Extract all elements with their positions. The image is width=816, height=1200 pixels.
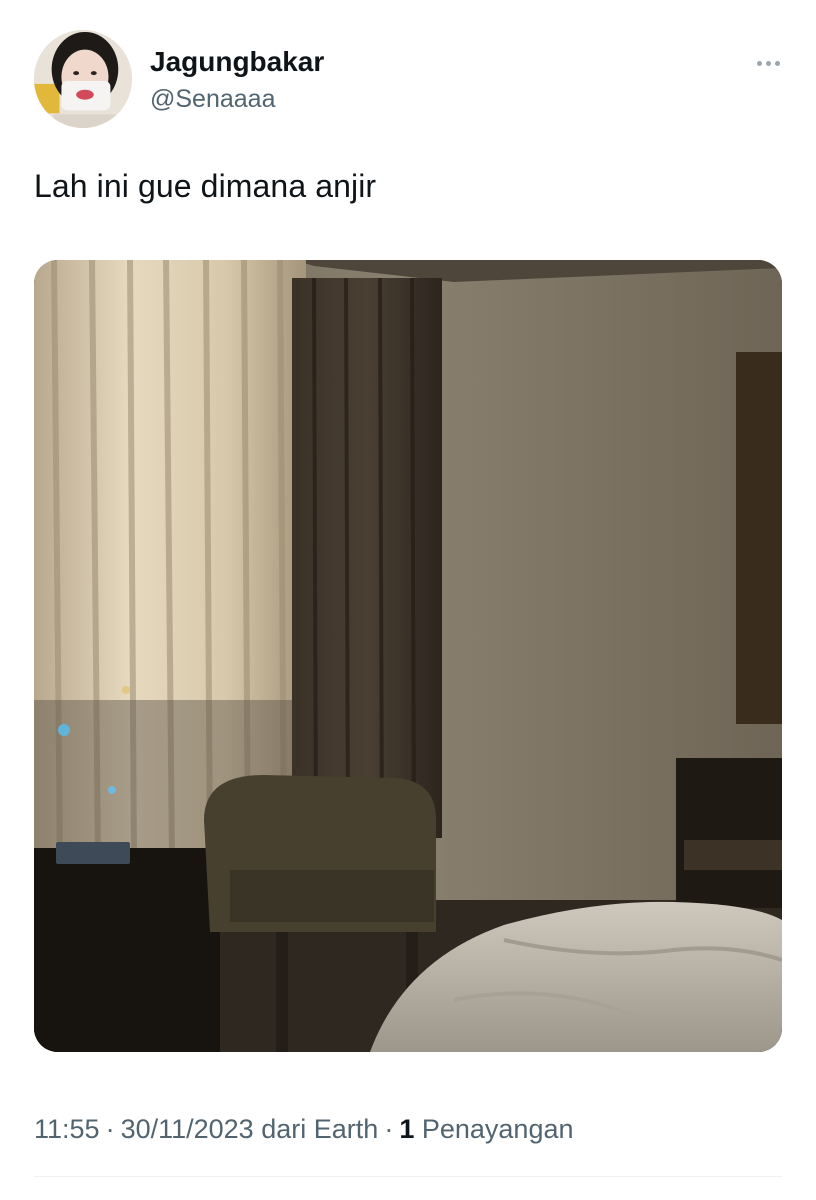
tweet-time[interactable]: 11:55 (34, 1114, 100, 1144)
avatar-image (34, 30, 132, 128)
tweet-text: Lah ini gue dimana anjir (34, 168, 377, 204)
tweet-card: Jagungbakar @Senaaaa Lah ini gue dimana … (0, 0, 816, 1200)
meta-separator: · (384, 1114, 394, 1144)
more-horizontal-icon (756, 60, 762, 66)
display-name[interactable]: Jagungbakar (150, 46, 324, 78)
views-count[interactable]: 1 (399, 1114, 414, 1144)
source-prefix: dari (261, 1114, 307, 1144)
tweet-date[interactable]: 30/11/2023 (121, 1114, 254, 1144)
tweet-source[interactable]: Earth (314, 1114, 379, 1144)
meta-separator: · (105, 1114, 115, 1144)
photo-hotel-room (34, 260, 782, 1052)
divider (34, 1176, 782, 1177)
tweet-photo[interactable] (34, 260, 782, 1052)
views-label[interactable]: Penayangan (422, 1114, 574, 1144)
avatar[interactable] (34, 30, 132, 128)
user-handle[interactable]: @Senaaaa (150, 85, 275, 114)
more-options-button[interactable] (748, 50, 788, 76)
tweet-meta: 11:55 · 30/11/2023 dari Earth · 1 Penayangan (34, 1114, 574, 1145)
